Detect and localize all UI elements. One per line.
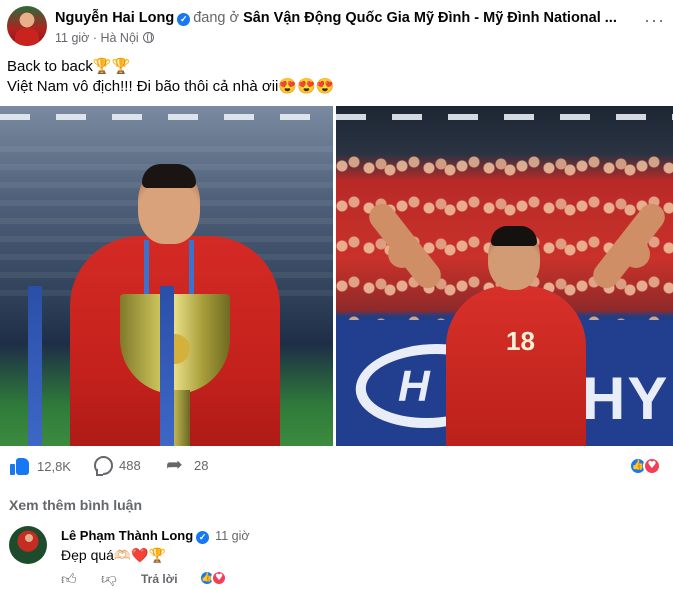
trophy-ribbon-right	[160, 286, 174, 446]
stadium-lights-right	[336, 114, 673, 120]
comment-actions: 👍︎ 👍︎ Trả lời 👍 ♥	[61, 570, 301, 589]
post-text-line-1: Back to back🏆🏆	[7, 58, 131, 75]
commenter-verified-icon: ✓	[196, 531, 210, 544]
comment-header: Lê Phạm Thành Long ✓ 11 giờ	[61, 527, 250, 545]
like-count: 12,8K	[37, 458, 71, 474]
photo-celebration[interactable]: H HY 18	[336, 106, 673, 446]
post-text: Back to back🏆🏆 Việt Nam vô địch!!! Đi bã…	[7, 57, 334, 97]
love-icon: ♥	[643, 457, 661, 475]
comment-time[interactable]: 11 giờ	[215, 529, 249, 543]
celebrating-player: 18	[446, 226, 586, 446]
comment-reactions[interactable]: 👍 ♥	[199, 570, 227, 586]
comment-button[interactable]: 488	[94, 456, 141, 476]
like-button[interactable]: 12,8K	[9, 456, 71, 476]
post-text-line-2: Việt Nam vô địch!!! Đi bão thôi cả nhà ơ…	[7, 78, 335, 95]
post-meta: 11 giờ · Hà Nội	[55, 30, 154, 46]
post-header: Nguyễn Hai Long ✓ đang ở Sân Vận Động Quốc…	[7, 6, 667, 50]
stadium-lights	[0, 114, 333, 120]
author-name[interactable]: Nguyễn Hai Long	[55, 10, 174, 26]
commenter-avatar[interactable]	[9, 526, 47, 564]
verified-badge-icon: ✓	[177, 13, 191, 26]
share-count: 28	[194, 457, 209, 473]
share-button[interactable]: 28	[166, 452, 209, 476]
more-options-button[interactable]: ···	[644, 10, 665, 31]
commenter-name[interactable]: Lê Phạm Thành Long	[61, 528, 193, 543]
player-head	[138, 164, 200, 244]
header-title-line: Nguyễn Hai Long ✓ đang ở Sân Vận Động Quốc…	[55, 8, 667, 28]
comment-love-reaction-icon: ♥	[211, 570, 227, 586]
comment-reply-button[interactable]: Trả lời	[141, 572, 178, 586]
author-avatar[interactable]	[7, 6, 47, 46]
player-fist-right	[622, 240, 650, 268]
comment-text: Đẹp quá🫶🏻❤️🏆	[61, 547, 167, 563]
location-link[interactable]: Sân Vận Động Quốc Gia Mỹ Đình - Mỹ Đình …	[243, 10, 617, 26]
post-place: Hà Nội	[100, 31, 139, 45]
reactions-bar: 12,8K 488 28 👍 ♥	[0, 452, 673, 480]
player-figure	[70, 164, 280, 446]
view-more-comments-link[interactable]: Xem thêm bình luận	[9, 497, 142, 513]
trophy-ribbon-left	[28, 286, 42, 446]
comment-count: 488	[119, 458, 141, 473]
reaction-summary[interactable]: 👍 ♥	[629, 457, 661, 475]
thumbs-up-icon	[9, 456, 31, 476]
celebrating-player-jersey	[446, 286, 586, 446]
photo-trophy[interactable]	[0, 106, 333, 446]
banner-text: HY	[582, 365, 670, 432]
comment-icon	[94, 456, 113, 476]
player-fist-left	[388, 240, 416, 268]
comment-dislike-icon[interactable]: 👍︎	[101, 570, 117, 589]
celebrating-player-head	[488, 226, 540, 290]
globe-icon	[142, 32, 154, 43]
trophy-icon	[120, 294, 230, 446]
post-time[interactable]: 11 giờ	[55, 31, 89, 45]
jersey-number: 18	[506, 326, 535, 356]
at-location-text: đang ở	[193, 10, 240, 26]
comment-like-icon[interactable]: 👍︎	[61, 570, 77, 589]
share-icon	[166, 452, 186, 476]
